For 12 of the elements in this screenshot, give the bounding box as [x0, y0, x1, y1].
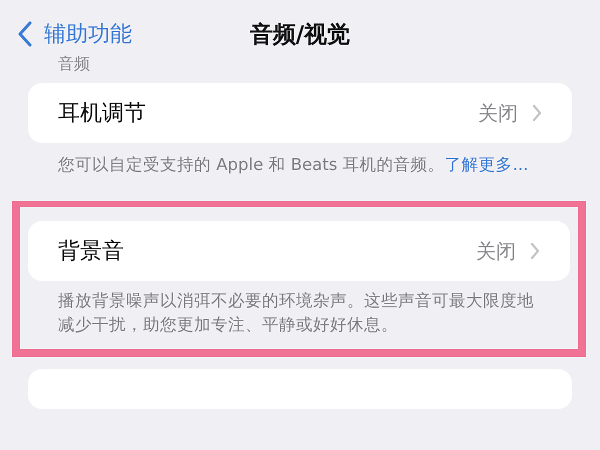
- section-footer: 您可以自定受支持的 Apple 和 Beats 耳机的音频。了解更多...: [28, 153, 572, 177]
- settings-row[interactable]: 背景音 关闭: [28, 221, 570, 281]
- back-button[interactable]: 辅助功能: [18, 19, 132, 49]
- back-chevron-icon: [18, 21, 32, 47]
- section-footer: 播放背景噪声以消弭不必要的环境杂声。这些声音可最大限度地减少干扰，助您更加专注、平静或好好休息。: [28, 289, 570, 337]
- page-title: 音频/视觉: [248, 20, 352, 50]
- chevron-icon: [532, 104, 542, 122]
- section-header: 音频: [57, 54, 91, 75]
- chevron-icon: [530, 242, 540, 260]
- settings-row[interactable]: 耳机调节 关闭: [28, 83, 572, 143]
- back-label[interactable]: 辅助功能: [44, 19, 132, 49]
- learn-more-link[interactable]: 了解更多...: [444, 155, 528, 174]
